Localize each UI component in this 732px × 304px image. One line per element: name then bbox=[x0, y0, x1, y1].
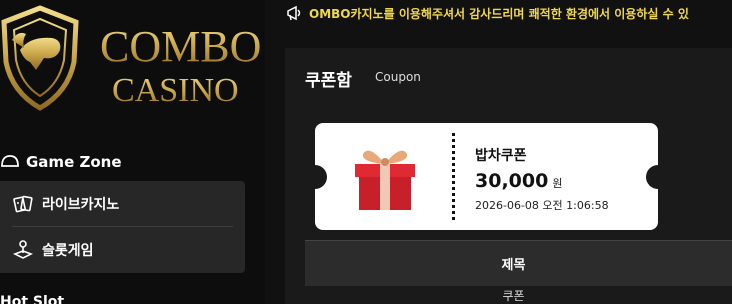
section-title-label: Game Zone bbox=[26, 153, 122, 171]
coupon-panel: 쿠폰함 Coupon 밥차쿠폰 30,000 원 2026-06-08 오전 1… bbox=[285, 48, 732, 304]
coupon-notch-right bbox=[646, 165, 658, 189]
cards-icon bbox=[1, 155, 19, 167]
section-title-label: Hot Slot bbox=[0, 294, 65, 304]
megaphone-icon bbox=[287, 5, 301, 21]
combo-casino-logo[interactable]: COMBO CASINO bbox=[0, 0, 265, 120]
svg-text:CASINO: CASINO bbox=[112, 72, 239, 109]
sidebar-item-label: 라이브카지노 bbox=[42, 197, 120, 213]
game-zone-menu: 라이브카지노 슬롯게임 bbox=[0, 181, 245, 273]
svg-text:COMBO: COMBO bbox=[100, 22, 261, 71]
gift-box-icon bbox=[355, 150, 415, 210]
table-cell-title: 쿠폰 bbox=[502, 289, 525, 303]
coupon-name: 밥차쿠폰 bbox=[475, 148, 527, 164]
table-header: 제목 bbox=[305, 240, 732, 286]
notice-marquee: OMBO카지노를 이용해주셔서 감사드리며 쾌적한 환경에서 이용하실 수 있 bbox=[285, 0, 732, 26]
page-title: 쿠폰함 bbox=[305, 71, 352, 91]
section-hot-slot: Hot Slot bbox=[0, 294, 64, 304]
table-row[interactable]: 쿠폰 bbox=[305, 286, 732, 304]
coupon-date: 2026-06-08 오전 1:06:58 bbox=[475, 199, 609, 212]
sidebar: COMBO CASINO Game Zone 라이브카지노 슬롯게임 Hot S… bbox=[0, 0, 265, 304]
column-header-title: 제목 bbox=[501, 258, 526, 273]
coupon-currency: 원 bbox=[552, 177, 563, 190]
coupon-card[interactable]: 밥차쿠폰 30,000 원 2026-06-08 오전 1:06:58 bbox=[315, 123, 658, 230]
menu-divider bbox=[12, 226, 233, 227]
page-subtitle: Coupon bbox=[375, 70, 421, 84]
coupon-notch-left bbox=[315, 165, 327, 189]
sidebar-item-label: 슬롯게임 bbox=[42, 243, 94, 259]
joystick-icon bbox=[13, 240, 33, 259]
sidebar-item-slot-games[interactable]: 슬롯게임 bbox=[0, 228, 232, 272]
coupon-amount-value: 30,000 bbox=[475, 170, 549, 192]
section-game-zone: Game Zone bbox=[0, 148, 122, 176]
shield-logo-icon: COMBO CASINO bbox=[1, 5, 261, 111]
notice-text: OMBO카지노를 이용해주셔서 감사드리며 쾌적한 환경에서 이용하실 수 있 bbox=[309, 6, 689, 21]
coupon-amount: 30,000 원 bbox=[475, 170, 562, 192]
coupon-divider bbox=[452, 133, 455, 220]
main-content: OMBO카지노를 이용해주셔서 감사드리며 쾌적한 환경에서 이용하실 수 있 … bbox=[265, 0, 732, 304]
playing-cards-icon bbox=[13, 195, 33, 213]
sidebar-item-live-casino[interactable]: 라이브카지노 bbox=[0, 182, 232, 226]
